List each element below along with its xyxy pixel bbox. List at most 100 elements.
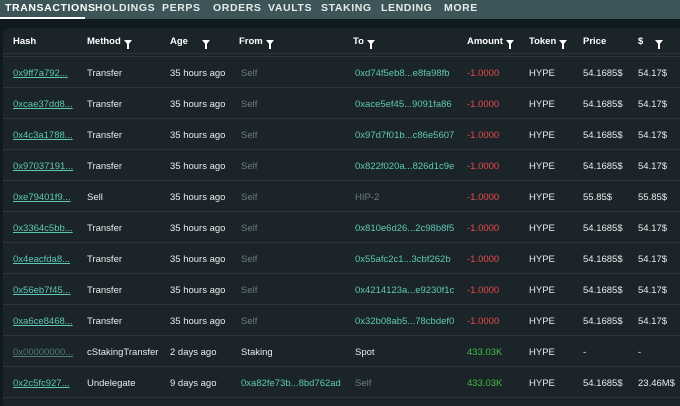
table-row[interactable]: 0xe79401f9... Sell 35 hours ago Self HIP-2 -1… bbox=[3, 181, 680, 212]
transactions-table: 0x0b0b9d78...Transfer35 hours agoSelf0xd… bbox=[3, 28, 680, 406]
filter-icon[interactable] bbox=[655, 40, 664, 49]
tx-amount: -1.0000 bbox=[467, 161, 500, 172]
column-header-usd[interactable]: $ bbox=[638, 36, 664, 49]
tx-token: HYPE bbox=[529, 254, 555, 265]
tab-bar: TRANSACTIONS HOLDINGS PERPS ORDERS VAULT… bbox=[0, 0, 680, 19]
tx-price: 54.1685$ bbox=[583, 68, 623, 79]
tx-hash-link[interactable]: 0x00000000... bbox=[13, 347, 73, 358]
tx-age: 35 hours ago bbox=[170, 130, 226, 141]
tx-amount: -1.0000 bbox=[467, 316, 500, 327]
tx-age: 35 hours ago bbox=[170, 223, 226, 234]
tab-staking[interactable]: STAKING bbox=[321, 0, 372, 19]
table-row[interactable]: 0x3364c5bb... Transfer 35 hours ago Self 0x8… bbox=[3, 212, 680, 243]
tx-amount: -1.0000 bbox=[467, 223, 500, 234]
tx-usd-value: 55.85$ bbox=[638, 192, 668, 203]
column-header-age[interactable]: Age bbox=[170, 36, 210, 49]
tx-usd-value: - bbox=[638, 347, 642, 358]
tx-hash-link[interactable]: 0x97037191... bbox=[13, 161, 73, 172]
tx-age: 2 days ago bbox=[170, 347, 217, 358]
column-header-price: Price bbox=[583, 36, 607, 47]
tx-to[interactable]: 0x32b08ab5...78cbdef0 bbox=[355, 316, 454, 327]
table-row[interactable]: 0x2c5fc927... Undelegate 9 days ago 0xa82fe… bbox=[3, 367, 680, 398]
filter-icon[interactable] bbox=[123, 40, 132, 49]
filter-icon[interactable] bbox=[201, 40, 210, 49]
tx-to[interactable]: 0xace5ef45...9091fa86 bbox=[355, 99, 452, 110]
tx-hash-link[interactable]: 0x4c3a1788... bbox=[13, 130, 73, 141]
tab-orders[interactable]: ORDERS bbox=[213, 0, 262, 19]
table-row[interactable]: 0xcae37dd8... Transfer 35 hours ago Self 0xa… bbox=[3, 88, 680, 119]
tx-method: Transfer bbox=[87, 68, 123, 79]
tx-to: HIP-2 bbox=[355, 192, 380, 203]
tx-from: Self bbox=[241, 254, 258, 265]
tx-method: Transfer bbox=[87, 161, 123, 172]
table-row[interactable]: 0x00000000... cStakingTransfer 2 days ago S… bbox=[3, 336, 680, 367]
tx-hash-link[interactable]: 0x9ff7a792... bbox=[13, 68, 68, 79]
table-row[interactable]: 0x97037191... Transfer 35 hours ago Self 0x8… bbox=[3, 150, 680, 181]
table-row[interactable]: 0xa6ce8468... Transfer 35 hours ago Self 0x3… bbox=[3, 305, 680, 336]
tx-hash-link[interactable]: 0x56eb7f45... bbox=[13, 285, 71, 296]
tx-to[interactable]: 0xd74f5eb8...e8fa98fb bbox=[355, 68, 450, 79]
filter-icon[interactable] bbox=[559, 40, 568, 49]
tx-to[interactable]: 0x810e6d26...2c98b8f5 bbox=[355, 223, 454, 234]
tab-lending[interactable]: LENDING bbox=[381, 0, 432, 19]
tx-from: Self bbox=[241, 223, 258, 234]
tx-to[interactable]: 0x97d7f01b...c86e5607 bbox=[355, 130, 454, 141]
tx-hash-link[interactable]: 0x4eacfda8... bbox=[13, 254, 70, 265]
column-header-from[interactable]: From bbox=[239, 36, 274, 49]
tx-age: 9 days ago bbox=[170, 378, 217, 389]
tx-age: 35 hours ago bbox=[170, 161, 226, 172]
column-header-method[interactable]: Method bbox=[87, 36, 132, 49]
column-header-amount[interactable]: Amount bbox=[467, 36, 514, 49]
tx-from: Self bbox=[241, 161, 258, 172]
column-header-token[interactable]: Token bbox=[529, 36, 568, 49]
table-header: Hash Method Age From To Amount Token Pri… bbox=[3, 28, 680, 54]
tx-amount: 433.03K bbox=[467, 378, 503, 389]
tx-price: 54.1685$ bbox=[583, 223, 623, 234]
tx-hash-link[interactable]: 0x2c5fc927... bbox=[13, 378, 70, 389]
tx-hash-link[interactable]: 0xcae37dd8... bbox=[13, 99, 73, 110]
table-row[interactable]: 0x56eb7f45... Transfer 35 hours ago Self 0x4… bbox=[3, 274, 680, 305]
tab-more[interactable]: MORE bbox=[444, 0, 478, 19]
tx-method: Transfer bbox=[87, 254, 123, 265]
tx-token: HYPE bbox=[529, 130, 555, 141]
tx-hash-link[interactable]: 0xa6ce8468... bbox=[13, 316, 73, 327]
tx-to[interactable]: 0x4214123a...e9230f1c bbox=[355, 285, 454, 296]
tx-method: Transfer bbox=[87, 99, 123, 110]
tx-price: 54.1685$ bbox=[583, 161, 623, 172]
tx-price: 54.1685$ bbox=[583, 130, 623, 141]
filter-icon[interactable] bbox=[505, 40, 514, 49]
tx-token: HYPE bbox=[529, 316, 555, 327]
tx-age: 35 hours ago bbox=[170, 285, 226, 296]
tx-amount: 433.03K bbox=[467, 347, 503, 358]
tx-to[interactable]: 0x822f020a...826d1c9e bbox=[355, 161, 454, 172]
table-row[interactable]: 0x4eacfda8... Transfer 35 hours ago Self 0x5… bbox=[3, 243, 680, 274]
tx-amount: -1.0000 bbox=[467, 285, 500, 296]
tab-perps[interactable]: PERPS bbox=[162, 0, 201, 19]
tx-hash-link[interactable]: 0x3364c5bb... bbox=[13, 223, 73, 234]
tx-from[interactable]: 0xa82fe73b...8bd762ad bbox=[241, 378, 341, 389]
filter-icon[interactable] bbox=[366, 40, 375, 49]
column-header-to[interactable]: To bbox=[353, 36, 375, 49]
table-row[interactable]: 0x9ff7a792... Transfer 35 hours ago Self 0xd… bbox=[3, 57, 680, 88]
tx-amount: -1.0000 bbox=[467, 254, 500, 265]
tx-token: HYPE bbox=[529, 378, 555, 389]
table-row[interactable]: 0x4c3a1788... Transfer 35 hours ago Self 0x9… bbox=[3, 119, 680, 150]
tx-method: cStakingTransfer bbox=[87, 347, 159, 358]
tab-holdings[interactable]: HOLDINGS bbox=[95, 0, 155, 19]
tx-usd-value: 54.17$ bbox=[638, 68, 668, 79]
tx-price: - bbox=[583, 347, 587, 358]
tx-token: HYPE bbox=[529, 161, 555, 172]
tx-price: 54.1685$ bbox=[583, 285, 623, 296]
tx-hash-link[interactable]: 0xe79401f9... bbox=[13, 192, 71, 203]
tx-usd-value: 54.17$ bbox=[638, 161, 668, 172]
transactions-panel: 0x0b0b9d78...Transfer35 hours agoSelf0xd… bbox=[0, 19, 680, 406]
filter-icon[interactable] bbox=[265, 40, 274, 49]
tx-price: 54.1685$ bbox=[583, 99, 623, 110]
tx-to[interactable]: 0x55afc2c1...3cbf262b bbox=[355, 254, 451, 265]
tx-age: 35 hours ago bbox=[170, 254, 226, 265]
tx-amount: -1.0000 bbox=[467, 68, 500, 79]
tab-vaults[interactable]: VAULTS bbox=[268, 0, 312, 19]
tx-token: HYPE bbox=[529, 68, 555, 79]
tx-method: Undelegate bbox=[87, 378, 136, 389]
tx-from: Self bbox=[241, 285, 258, 296]
